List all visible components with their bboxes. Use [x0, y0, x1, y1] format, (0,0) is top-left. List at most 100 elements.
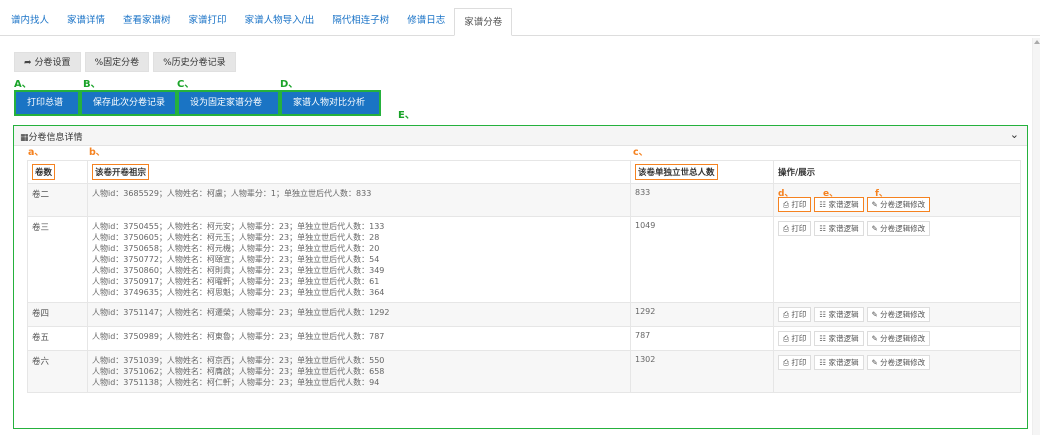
- sitemap-icon: ☷: [819, 334, 829, 343]
- scroll-up-icon[interactable]: [1034, 40, 1040, 44]
- volume-cell: 卷二: [27, 183, 88, 217]
- share-icon: ➦: [24, 58, 32, 68]
- edit-button[interactable]: ✎ 分卷逻辑修改: [866, 331, 931, 346]
- volume-cell: 卷三: [27, 216, 88, 303]
- row-actions: ⎙ 打印 ☷ 家谱逻辑 ✎ 分卷逻辑修改: [778, 307, 1016, 322]
- col-founder-label: 该卷开卷祖宗: [92, 164, 150, 180]
- tree-button[interactable]: ☷ 家谱逻辑: [814, 331, 864, 346]
- edit-button-label: 分卷逻辑修改: [880, 358, 926, 367]
- print-button-label: 打印: [791, 310, 807, 319]
- volume-settings-button[interactable]: ➦ 分卷设置: [14, 52, 81, 72]
- founder-line: 人物id：3750860；人物姓名：柯則貴；人物辈分：23；单独立世后代人数：3…: [92, 266, 385, 275]
- edit-icon: ✎: [871, 224, 881, 233]
- founder-cell: 人物id：3750989；人物姓名：柯東魯；人物辈分：23；单独立世后代人数：7…: [87, 326, 631, 351]
- save-record-button[interactable]: 保存此次分卷记录: [80, 90, 177, 116]
- founder-line: 人物id：3751062；人物姓名：柯膺啟；人物辈分：23；单独立世后代人数：6…: [92, 367, 385, 376]
- print-all-button[interactable]: 打印总谱: [14, 90, 80, 116]
- edit-button[interactable]: ✎ 分卷逻辑修改: [866, 355, 931, 370]
- edit-button-label: 分卷逻辑修改: [880, 334, 926, 343]
- tree-button[interactable]: ☷ 家谱逻辑: [814, 221, 864, 236]
- edit-icon: ✎: [871, 200, 881, 209]
- tab-edit-log[interactable]: 修谱日志: [398, 7, 454, 35]
- edit-button[interactable]: ✎ 分卷逻辑修改: [866, 307, 931, 322]
- tree-button[interactable]: ☷ 家谱逻辑: [814, 355, 864, 370]
- founder-cell: 人物id：3750455；人物姓名：柯元安；人物辈分：23；单独立世后代人数：1…: [87, 216, 631, 303]
- volume-cell: 卷五: [27, 326, 88, 351]
- edit-icon: ✎: [871, 358, 881, 367]
- tree-button[interactable]: ☷ 家谱逻辑: [814, 197, 864, 212]
- col-founder: 该卷开卷祖宗: [87, 160, 631, 184]
- table-icon: ▦: [20, 133, 29, 143]
- volume-toolbar: ➦ 分卷设置 %固定分卷 %历史分卷记录: [14, 52, 236, 72]
- compare-button[interactable]: 家谱人物对比分析: [280, 90, 381, 116]
- tab-print[interactable]: 家谱打印: [180, 7, 236, 35]
- edit-button[interactable]: ✎ 分卷逻辑修改: [866, 197, 931, 212]
- row-actions: ⎙ 打印 ☷ 家谱逻辑 ✎ 分卷逻辑修改: [778, 197, 1016, 212]
- annotation-a-lower: a、: [28, 147, 44, 158]
- annotation-b-upper: B、: [83, 79, 101, 90]
- volume-cell: 卷四: [27, 302, 88, 327]
- print-button-label: 打印: [791, 358, 807, 367]
- sitemap-icon: ☷: [819, 358, 829, 367]
- tab-genealogy-detail[interactable]: 家谱详情: [58, 7, 114, 35]
- edit-icon: ✎: [871, 334, 881, 343]
- annotation-c-lower: c、: [633, 147, 649, 158]
- annotation-d-lower: d、: [778, 189, 794, 199]
- panel-title: ▦分卷信息详情: [20, 130, 83, 143]
- tree-button-label: 家谱逻辑: [828, 224, 859, 233]
- annotation-f-lower: f、: [875, 189, 888, 199]
- founder-line: 人物id：3685529；人物姓名：柯盧；人物辈分：1；单独立世后代人数：833: [92, 189, 372, 198]
- total-cell: 833: [630, 183, 774, 217]
- total-cell: 1292: [630, 302, 774, 327]
- col-total: 该卷单独立世总人数: [630, 160, 774, 184]
- edit-icon: ✎: [871, 310, 881, 319]
- tab-view-tree[interactable]: 查看家谱树: [114, 7, 180, 35]
- table-row: 卷五 人物id：3750989；人物姓名：柯東魯；人物辈分：23；单独立世后代人数…: [27, 326, 1021, 351]
- founder-line: 人物id：3750605；人物姓名：柯元玉；人物辈分：23；单独立世后代人数：2…: [92, 233, 380, 242]
- tree-button-label: 家谱逻辑: [828, 358, 859, 367]
- print-button[interactable]: ⎙ 打印: [778, 331, 812, 346]
- history-volumes-button[interactable]: %历史分卷记录: [153, 52, 236, 72]
- ops-cell: ⎙ 打印 ☷ 家谱逻辑 ✎ 分卷逻辑修改: [773, 302, 1021, 327]
- print-button[interactable]: ⎙ 打印: [778, 307, 812, 322]
- founder-line: 人物id：3750772；人物姓名：柯頤宣；人物辈分：23；单独立世后代人数：5…: [92, 255, 380, 264]
- tab-subtree[interactable]: 隔代相连子树: [323, 7, 398, 35]
- table-row: 卷二 人物id：3685529；人物姓名：柯盧；人物辈分：1；单独立世后代人数：8…: [27, 183, 1021, 217]
- tree-button-label: 家谱逻辑: [828, 200, 859, 209]
- row-actions: ⎙ 打印 ☷ 家谱逻辑 ✎ 分卷逻辑修改: [778, 221, 1016, 236]
- founder-line: 人物id：3751039；人物姓名：柯京西；人物辈分：23；单独立世后代人数：5…: [92, 356, 385, 365]
- tab-import-export[interactable]: 家谱人物导入/出: [236, 7, 324, 35]
- total-cell: 787: [630, 326, 774, 351]
- fixed-volumes-button[interactable]: %固定分卷: [84, 52, 150, 72]
- col-ops: 操作/展示: [773, 160, 1021, 184]
- annotation-d-upper: D、: [280, 79, 299, 90]
- col-volume-label: 卷数: [32, 164, 56, 180]
- tree-button[interactable]: ☷ 家谱逻辑: [814, 307, 864, 322]
- print-button[interactable]: ⎙ 打印: [778, 221, 812, 236]
- print-button[interactable]: ⎙ 打印: [778, 355, 812, 370]
- print-button-label: 打印: [791, 334, 807, 343]
- row-actions: ⎙ 打印 ☷ 家谱逻辑 ✎ 分卷逻辑修改: [778, 355, 1016, 370]
- founder-cell: 人物id：3751039；人物姓名：柯京西；人物辈分：23；单独立世后代人数：5…: [87, 350, 631, 393]
- ops-cell: ⎙ 打印 ☷ 家谱逻辑 ✎ 分卷逻辑修改: [773, 216, 1021, 303]
- col-total-label: 该卷单独立世总人数: [635, 164, 718, 180]
- founder-line: 人物id：3750917；人物姓名：柯曜軒；人物辈分：23；单独立世后代人数：6…: [92, 277, 380, 286]
- tab-volumes[interactable]: 家谱分卷: [454, 8, 513, 36]
- chevron-down-icon[interactable]: ⌄: [1010, 128, 1019, 141]
- panel-header[interactable]: ▦分卷信息详情 ⌄: [14, 126, 1027, 146]
- sitemap-icon: ☷: [819, 310, 829, 319]
- founder-cell: 人物id：3751147；人物姓名：柯遷榮；人物辈分：23；单独立世后代人数：1…: [87, 302, 631, 327]
- ops-cell: ⎙ 打印 ☷ 家谱逻辑 ✎ 分卷逻辑修改: [773, 350, 1021, 393]
- set-fixed-button[interactable]: 设为固定家谱分卷: [177, 90, 280, 116]
- vertical-scrollbar[interactable]: [1032, 38, 1040, 435]
- founder-line: 人物id：3750455；人物姓名：柯元安；人物辈分：23；单独立世后代人数：1…: [92, 222, 385, 231]
- founder-cell: 人物id：3685529；人物姓名：柯盧；人物辈分：1；单独立世后代人数：833: [87, 183, 631, 217]
- annotation-b-lower: b、: [89, 147, 106, 158]
- ops-cell: ⎙ 打印 ☷ 家谱逻辑 ✎ 分卷逻辑修改: [773, 326, 1021, 351]
- tab-find-person[interactable]: 谱内找人: [2, 7, 58, 35]
- print-button-label: 打印: [791, 224, 807, 233]
- edit-button-label: 分卷逻辑修改: [880, 310, 926, 319]
- print-button[interactable]: ⎙ 打印: [778, 197, 812, 212]
- edit-button[interactable]: ✎ 分卷逻辑修改: [866, 221, 931, 236]
- volume-info-panel: ▦分卷信息详情 ⌄ a、 b、 c、 卷数 该卷开卷祖宗 该卷单独立世总人数 操…: [13, 125, 1028, 429]
